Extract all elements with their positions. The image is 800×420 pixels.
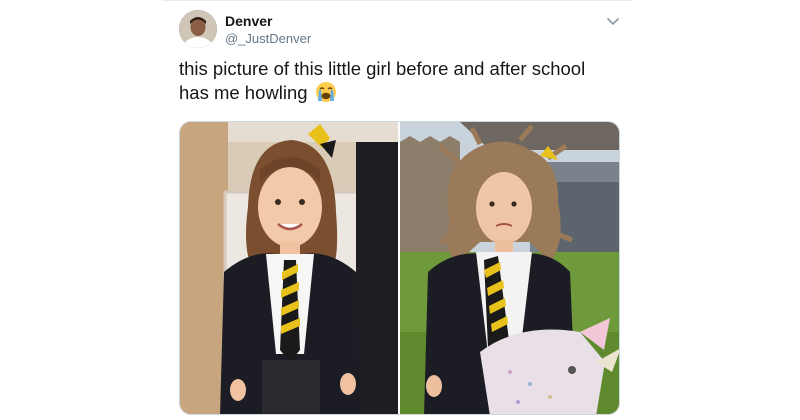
avatar-image xyxy=(179,10,217,48)
top-divider xyxy=(162,0,632,1)
tweet-text-body: this picture of this little girl before … xyxy=(179,58,586,103)
tweet-media[interactable] xyxy=(179,121,620,415)
tweet-card: Denver @_JustDenver this picture of this… xyxy=(162,0,632,420)
avatar[interactable] xyxy=(179,10,217,48)
after-school-photo[interactable] xyxy=(400,122,619,414)
loudly-crying-face-icon xyxy=(315,81,337,109)
before-school-photo[interactable] xyxy=(180,122,398,414)
tweet-text: this picture of this little girl before … xyxy=(179,57,619,109)
chevron-down-icon[interactable] xyxy=(606,14,620,26)
display-name[interactable]: Denver xyxy=(225,13,272,29)
user-handle[interactable]: @_JustDenver xyxy=(225,31,311,46)
